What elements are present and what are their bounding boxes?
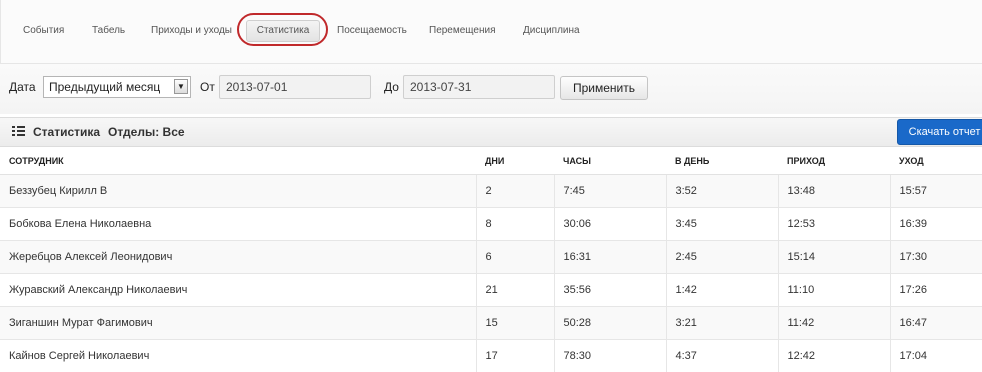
filter-bar: Дата Предыдущий месяц ▼ От 2013-07-01 До… (0, 64, 982, 114)
employee-name-cell: Журавский Александр Николаевич (0, 274, 476, 307)
panel-title: Статистика (33, 125, 100, 139)
department-filter-label: Отделы: Все (108, 125, 185, 139)
to-date-input[interactable]: 2013-07-31 (403, 75, 555, 99)
from-label: От (200, 80, 215, 94)
table-row[interactable]: Зиганшин Мурат Фагимович1550:283:2111:42… (0, 307, 982, 340)
table-header-row: СОТРУДНИК ДНИ ЧАСЫ В ДЕНЬ ПРИХОД УХОД (0, 147, 982, 175)
hours-cell: 30:06 (554, 208, 666, 241)
employee-name-cell: Беззубец Кирилл В (0, 175, 476, 208)
tab-movements[interactable]: Перемещения (429, 25, 496, 36)
from-date-input[interactable]: 2013-07-01 (219, 75, 371, 99)
per-day-cell: 3:21 (666, 307, 778, 340)
days-cell: 21 (476, 274, 554, 307)
arrival-cell: 11:42 (778, 307, 890, 340)
hours-cell: 7:45 (554, 175, 666, 208)
column-header-employee[interactable]: СОТРУДНИК (0, 147, 476, 175)
hours-cell: 35:56 (554, 274, 666, 307)
period-select-value: Предыдущий месяц (49, 80, 160, 94)
tab-timesheet[interactable]: Табель (92, 25, 125, 36)
days-cell: 8 (476, 208, 554, 241)
employee-name-cell: Бобкова Елена Николаевна (0, 208, 476, 241)
hours-cell: 50:28 (554, 307, 666, 340)
column-header-departure[interactable]: УХОД (890, 147, 982, 175)
departure-cell: 16:47 (890, 307, 982, 340)
departure-cell: 15:57 (890, 175, 982, 208)
column-header-hours[interactable]: ЧАСЫ (554, 147, 666, 175)
per-day-cell: 3:45 (666, 208, 778, 241)
per-day-cell: 2:45 (666, 241, 778, 274)
to-label: До (384, 80, 399, 94)
departure-cell: 17:26 (890, 274, 982, 307)
statistics-panel-header: Статистика Отделы: Все Скачать отчет (0, 117, 982, 147)
list-icon (12, 126, 24, 138)
days-cell: 15 (476, 307, 554, 340)
tab-discipline[interactable]: Дисциплина (523, 25, 580, 36)
arrival-cell: 15:14 (778, 241, 890, 274)
table-row[interactable]: Беззубец Кирилл В27:453:5213:4815:57 (0, 175, 982, 208)
hours-cell: 78:30 (554, 340, 666, 372)
table-row[interactable]: Кайнов Сергей Николаевич1778:304:3712:42… (0, 340, 982, 372)
days-cell: 17 (476, 340, 554, 372)
column-header-days[interactable]: ДНИ (476, 147, 554, 175)
table-row[interactable]: Бобкова Елена Николаевна830:063:4512:531… (0, 208, 982, 241)
tab-bar: События Табель Приходы и уходы Статистик… (0, 0, 982, 64)
tab-arrivals-departures[interactable]: Приходы и уходы (151, 25, 232, 36)
arrival-cell: 13:48 (778, 175, 890, 208)
per-day-cell: 3:52 (666, 175, 778, 208)
dropdown-arrow-icon[interactable]: ▼ (174, 79, 188, 94)
tab-events[interactable]: События (23, 25, 64, 36)
hours-cell: 16:31 (554, 241, 666, 274)
table-row[interactable]: Журавский Александр Николаевич2135:561:4… (0, 274, 982, 307)
column-header-per-day[interactable]: В ДЕНЬ (666, 147, 778, 175)
per-day-cell: 4:37 (666, 340, 778, 372)
arrival-cell: 11:10 (778, 274, 890, 307)
per-day-cell: 1:42 (666, 274, 778, 307)
apply-button[interactable]: Применить (560, 76, 648, 100)
arrival-cell: 12:53 (778, 208, 890, 241)
employee-name-cell: Кайнов Сергей Николаевич (0, 340, 476, 372)
table-row[interactable]: Жеребцов Алексей Леонидович616:312:4515:… (0, 241, 982, 274)
tab-attendance[interactable]: Посещаемость (337, 25, 407, 36)
arrival-cell: 12:42 (778, 340, 890, 372)
statistics-table: СОТРУДНИК ДНИ ЧАСЫ В ДЕНЬ ПРИХОД УХОД Бе… (0, 147, 982, 372)
days-cell: 2 (476, 175, 554, 208)
download-report-button[interactable]: Скачать отчет (897, 119, 982, 145)
employee-name-cell: Жеребцов Алексей Леонидович (0, 241, 476, 274)
period-select[interactable]: Предыдущий месяц ▼ (43, 76, 191, 98)
column-header-arrival[interactable]: ПРИХОД (778, 147, 890, 175)
date-label: Дата (9, 80, 36, 94)
departure-cell: 16:39 (890, 208, 982, 241)
departure-cell: 17:30 (890, 241, 982, 274)
employee-name-cell: Зиганшин Мурат Фагимович (0, 307, 476, 340)
tab-statistics[interactable]: Статистика (246, 20, 320, 42)
departure-cell: 17:04 (890, 340, 982, 372)
days-cell: 6 (476, 241, 554, 274)
